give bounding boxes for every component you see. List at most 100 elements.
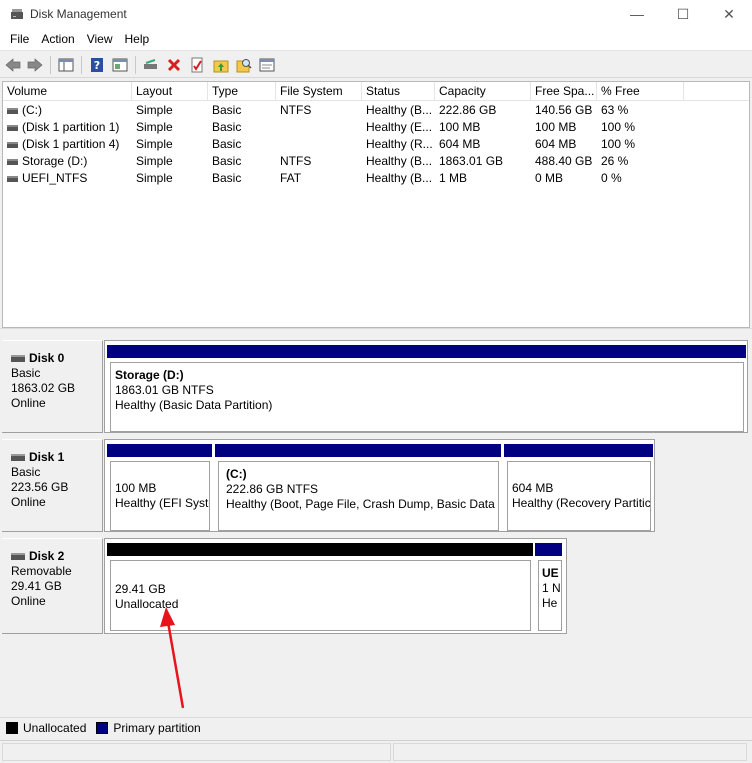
cell-percent-free: 63 % <box>597 102 684 119</box>
help-button[interactable]: ? <box>88 56 106 74</box>
help-icon: ? <box>91 58 103 72</box>
column-file-system[interactable]: File System <box>276 82 362 101</box>
volume-icon <box>7 107 18 114</box>
primary-partition-bar <box>504 444 653 457</box>
primary-partition-bar <box>107 345 746 358</box>
menu-action[interactable]: Action <box>35 28 80 50</box>
disk-management-app-icon <box>11 9 23 19</box>
maximize-button[interactable]: ☐ <box>660 0 706 28</box>
properties-button[interactable] <box>111 56 129 74</box>
volume-icon <box>7 141 18 148</box>
primary-partition-bar <box>215 444 501 457</box>
cell-percent-free: 0 % <box>597 170 684 187</box>
partition-unallocated[interactable]: 29.41 GB Unallocated <box>107 543 533 632</box>
cell-text: 26 % <box>601 154 629 168</box>
unallocated-bar <box>107 543 533 556</box>
cell-text: 140.56 GB <box>535 103 593 117</box>
cell-text: Basic <box>212 171 242 185</box>
cell-text: 604 MB <box>439 137 481 151</box>
up-folder-icon <box>213 60 229 73</box>
table-row[interactable]: UEFI_NTFS Simple Basic FAT Healthy (B... 1 MB… <box>3 170 749 187</box>
menu-file[interactable]: File <box>4 28 35 50</box>
disk-2-state: Online <box>11 594 46 608</box>
cell-text: NTFS <box>280 154 312 168</box>
disk-0-partitions: Storage (D:) 1863.01 GB NTFS Healthy (Ba… <box>104 340 748 433</box>
menu-help[interactable]: Help <box>119 28 156 50</box>
connect-drive-button[interactable] <box>142 56 160 74</box>
check-button[interactable] <box>188 56 206 74</box>
cell-capacity: 1863.01 GB <box>435 153 531 170</box>
delete-button[interactable] <box>165 56 183 74</box>
back-button[interactable] <box>4 56 22 74</box>
column-free-space[interactable]: Free Spa... <box>531 82 597 101</box>
table-row[interactable]: (C:) Simple Basic NTFS Healthy (B... 222.86 G… <box>3 102 749 119</box>
disk-0-label[interactable]: Disk 0 Basic 1863.02 GB Online <box>2 340 103 433</box>
cell-volume: (Disk 1 partition 1) <box>3 119 132 136</box>
disk-1-state: Online <box>11 495 46 509</box>
column-percent-free[interactable]: % Free <box>597 82 684 101</box>
table-row[interactable]: Storage (D:) Simple Basic NTFS Healthy (B...… <box>3 153 749 170</box>
table-row[interactable]: (Disk 1 partition 4) Simple Basic Healthy (… <box>3 136 749 153</box>
console-icon <box>259 58 275 72</box>
disk-1-name: Disk 1 <box>29 450 65 464</box>
partition-recovery[interactable]: 604 MB Healthy (Recovery Partitic <box>504 444 653 531</box>
find-icon <box>236 59 252 73</box>
partition-c[interactable]: (C:) 222.86 GB NTFS Healthy (Boot, Page … <box>215 444 501 531</box>
console-button[interactable] <box>258 56 276 74</box>
cell-text: Simple <box>136 137 173 151</box>
cell-status: Healthy (E... <box>362 119 435 136</box>
partition-efi[interactable]: 100 MB Healthy (EFI Syste <box>107 444 212 531</box>
column-layout[interactable]: Layout <box>132 82 208 101</box>
disk-2-label[interactable]: Disk 2 Removable 29.41 GB Online <box>2 538 103 634</box>
cell-text: 63 % <box>601 103 629 117</box>
status-pane <box>2 743 391 761</box>
cell-text: Simple <box>136 103 173 117</box>
column-volume[interactable]: Volume <box>3 82 132 101</box>
cell-capacity: 222.86 GB <box>435 102 531 119</box>
partition-recovery-body: 604 MB Healthy (Recovery Partitic <box>507 461 651 531</box>
partition-uefi-ntfs[interactable]: UE 1 N He <box>535 543 562 632</box>
cell-percent-free: 100 % <box>597 119 684 136</box>
disk-1-size: 223.56 GB <box>11 480 69 494</box>
title-bar: Disk Management — ☐ ✕ <box>0 0 752 28</box>
cell-text: 100 MB <box>439 120 481 134</box>
window-title: Disk Management <box>30 7 127 21</box>
partition-title: (C:) <box>226 467 247 481</box>
partition-status: Healthy (Recovery Partitic <box>512 496 651 510</box>
partition-status: Healthy (EFI Syste <box>115 496 210 510</box>
cell-free-space: 0 MB <box>531 170 597 187</box>
primary-partition-bar <box>107 444 212 457</box>
volume-list[interactable]: Volume Layout Type File System Status Ca… <box>2 81 750 328</box>
up-folder-button[interactable] <box>212 56 230 74</box>
cell-percent-free: 26 % <box>597 153 684 170</box>
cell-file-system: NTFS <box>276 153 362 170</box>
menu-view[interactable]: View <box>81 28 119 50</box>
cell-text: Basic <box>212 137 242 151</box>
cell-text: Simple <box>136 154 173 168</box>
forward-button[interactable] <box>26 56 44 74</box>
cell-free-space: 488.40 GB <box>531 153 597 170</box>
partition-storage-d[interactable]: Storage (D:) 1863.01 GB NTFS Healthy (Ba… <box>107 345 746 432</box>
cell-layout: Simple <box>132 102 208 119</box>
close-button[interactable]: ✕ <box>706 0 752 28</box>
cell-volume: (Disk 1 partition 4) <box>3 136 132 153</box>
cell-text: Storage (D:) <box>22 154 88 168</box>
minimize-button[interactable]: — <box>614 0 660 28</box>
disk-1-label[interactable]: Disk 1 Basic 223.56 GB Online <box>2 439 103 532</box>
cell-volume: Storage (D:) <box>3 153 132 170</box>
cell-file-system: FAT <box>276 170 362 187</box>
show-hide-console-tree-button[interactable] <box>57 56 75 74</box>
partition-title: Storage (D:) <box>115 368 184 382</box>
minimize-icon: — <box>630 6 644 22</box>
table-row[interactable]: (Disk 1 partition 1) Simple Basic Healthy (… <box>3 119 749 136</box>
disk-0-title-row: Disk 0 <box>11 351 102 366</box>
column-status[interactable]: Status <box>362 82 435 101</box>
column-type[interactable]: Type <box>208 82 276 101</box>
cell-text: 100 MB <box>535 120 577 134</box>
cell-text: Simple <box>136 171 173 185</box>
cell-file-system <box>276 119 362 136</box>
find-button[interactable] <box>235 56 253 74</box>
column-capacity[interactable]: Capacity <box>435 82 531 101</box>
cell-layout: Simple <box>132 119 208 136</box>
cell-volume: UEFI_NTFS <box>3 170 132 187</box>
